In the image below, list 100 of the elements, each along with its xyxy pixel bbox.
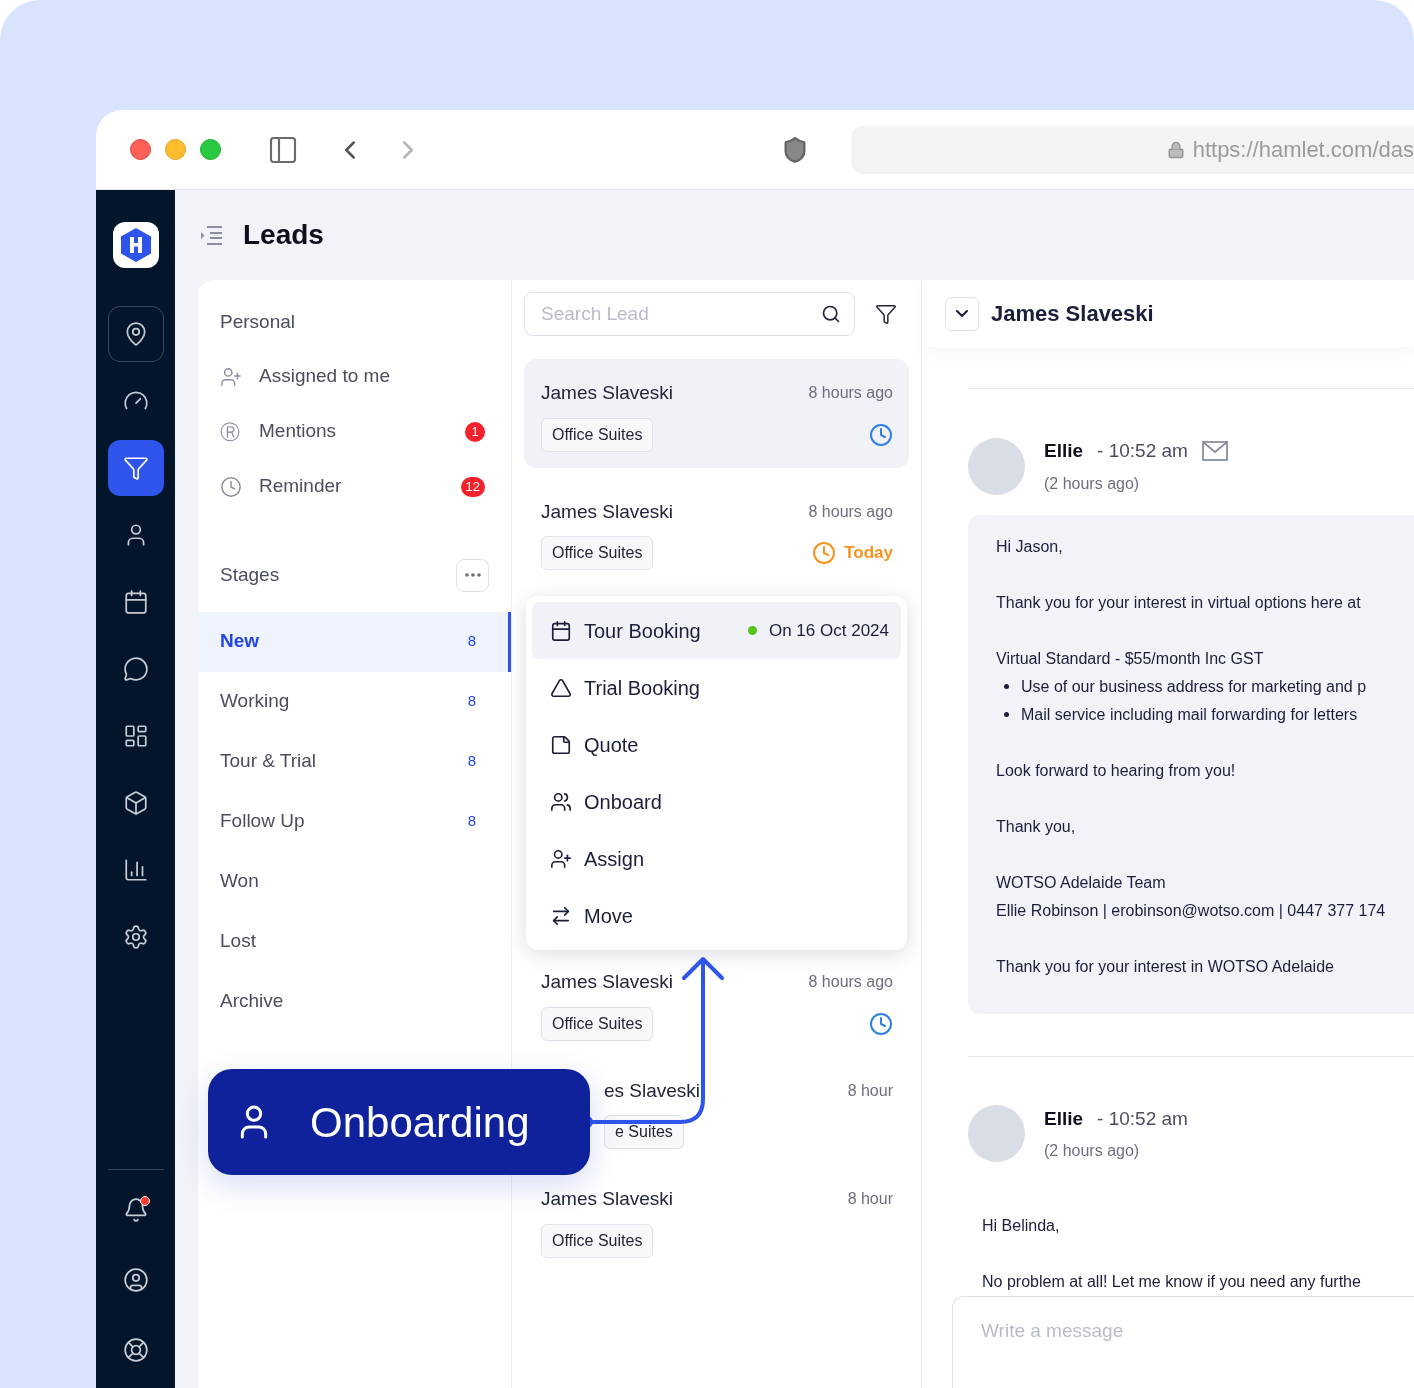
settings-icon [122, 924, 149, 950]
section-title: Personal [219, 310, 296, 334]
lead-tag: Office Suites [541, 417, 654, 452]
menu-label: Trial Booking [584, 675, 701, 701]
detail-title: James Slaveski [991, 300, 1154, 328]
chat-icon [122, 656, 149, 682]
more-icon [464, 573, 481, 577]
avatar-placeholder [968, 437, 1025, 495]
menu-item[interactable]: Onboard [532, 773, 901, 830]
bar-chart-icon [122, 857, 149, 883]
lead-name[interactable]: es Slaveski [604, 1076, 701, 1105]
lead-time: 8 hours ago [808, 501, 893, 522]
stage-item[interactable]: Working 8 [198, 671, 511, 732]
stage-label: Tour & Trial [220, 749, 318, 774]
layout-icon [122, 723, 149, 749]
lead-tag: Office Suites [541, 1006, 654, 1041]
swap-arrows-icon [550, 904, 572, 927]
lock-icon [1166, 139, 1185, 160]
stage-count: 8 [467, 631, 476, 652]
menu-item[interactable]: Move [532, 887, 901, 944]
page-title: Leads [243, 218, 324, 252]
section-title: Stages [220, 562, 280, 587]
menu-label: Onboard [584, 789, 663, 815]
stage-label: Follow Up [220, 809, 306, 834]
nav-item[interactable] [107, 440, 164, 496]
lead-name[interactable]: James Slaveski [541, 379, 673, 408]
message-line: Virtual Standard - $55/month Inc GST [996, 648, 1265, 669]
user-circle-icon [122, 1267, 149, 1293]
booking-date: On 16 Oct 2024 [768, 619, 889, 642]
calendar-icon [122, 589, 149, 615]
stage-count: 8 [467, 751, 476, 772]
filter-item[interactable]: Reminder 12 [198, 470, 511, 503]
nav-item[interactable] [107, 306, 164, 362]
filter-item[interactable]: Assigned to me [198, 360, 511, 393]
lead-time: 8 hours ago [808, 972, 893, 993]
author-name: Ellie [1044, 439, 1084, 463]
author-name: Ellie [1044, 1106, 1084, 1131]
bullet-text: Mail service including mail forwarding for letters [1021, 704, 1358, 725]
message-input[interactable]: Write a message [952, 1296, 1414, 1388]
stage-item[interactable]: Won [198, 851, 511, 912]
stage-item[interactable]: Tour & Trial 8 [198, 731, 511, 792]
triangle-icon [550, 676, 572, 699]
avatar-placeholder [968, 1105, 1025, 1163]
callout-label: Onboarding [310, 1097, 530, 1148]
stage-count: 8 [467, 691, 476, 712]
users-icon [550, 790, 572, 813]
reminder-label: Today [844, 542, 893, 565]
count-badge: 1 [465, 421, 485, 442]
menu-label: Quote [584, 732, 640, 758]
message-line: Thank you for your interest in virtual options here at [996, 592, 1362, 613]
message-line: Thank you, [996, 816, 1077, 837]
search-field[interactable]: Search Lead [524, 292, 855, 336]
user-plus-icon [220, 365, 242, 388]
stage-label: Archive [220, 989, 285, 1014]
stage-label: New [220, 629, 261, 654]
lead-card[interactable]: James Slaveski 8 hours ago Office Suites [524, 359, 909, 468]
lead-time: 8 hour [847, 1080, 893, 1101]
collapse-button[interactable] [945, 296, 979, 331]
message-ago: (2 hours ago) [1044, 473, 1141, 494]
stage-label: Won [220, 869, 260, 894]
filter-label: Assigned to me [259, 364, 391, 389]
message-line: Look forward to hearing from you! [996, 760, 1237, 781]
stage-label: Working [220, 689, 291, 714]
menu-item[interactable]: Quote [532, 716, 901, 773]
stage-item[interactable]: Lost [198, 911, 511, 972]
message-line: No problem at all! Let me know if you need any furthe [982, 1272, 1362, 1292]
lifebuoy-icon [122, 1337, 149, 1363]
stage-item[interactable]: Archive [198, 971, 511, 1032]
bullet-text: Use of our business address for marketing and p [1021, 676, 1367, 697]
funnel-icon [122, 455, 149, 481]
lead-time: 8 hours ago [808, 383, 893, 404]
filter-icon[interactable] [875, 303, 897, 325]
message-line: Thank you for your interest in WOTSO Adelaide [996, 956, 1335, 977]
app-logo[interactable] [112, 222, 159, 268]
menu-item[interactable]: Tour Booking On 16 Oct 2024 [532, 602, 901, 659]
lead-tag: Office Suites [541, 1223, 654, 1258]
filter-item[interactable]: Ⓡ Mentions 1 [198, 415, 511, 448]
menu-label: Assign [584, 846, 646, 872]
notification-bell-icon [122, 1197, 149, 1223]
lead-name[interactable]: James Slaveski [541, 1185, 673, 1214]
stage-item[interactable]: Follow Up 8 [198, 791, 511, 852]
calendar-icon [550, 619, 572, 642]
stage-label: Lost [220, 929, 257, 954]
stage-item[interactable]: New 8 [198, 611, 511, 672]
message-line: Ellie Robinson | erobinson@wotso.com | 0447 377 174 [996, 900, 1387, 921]
cube-icon [122, 790, 149, 816]
search-icon [821, 304, 841, 324]
menu-item[interactable]: Trial Booking [532, 659, 901, 716]
lead-name[interactable]: James Slaveski [541, 497, 673, 526]
message-line: Hi Belinda, [982, 1216, 1061, 1236]
mention-icon: Ⓡ [220, 416, 242, 447]
filter-label: Mentions [259, 419, 338, 444]
chevron-down-icon [956, 310, 968, 317]
menu-label: Tour Booking [584, 618, 702, 644]
lead-time: 8 hour [847, 1189, 893, 1210]
lead-name[interactable]: James Slaveski [541, 968, 673, 997]
url-text: https://hamlet.com/das [1192, 136, 1414, 164]
note-icon [550, 733, 572, 756]
indent-menu-icon[interactable] [199, 225, 223, 245]
menu-item[interactable]: Assign [532, 830, 901, 887]
